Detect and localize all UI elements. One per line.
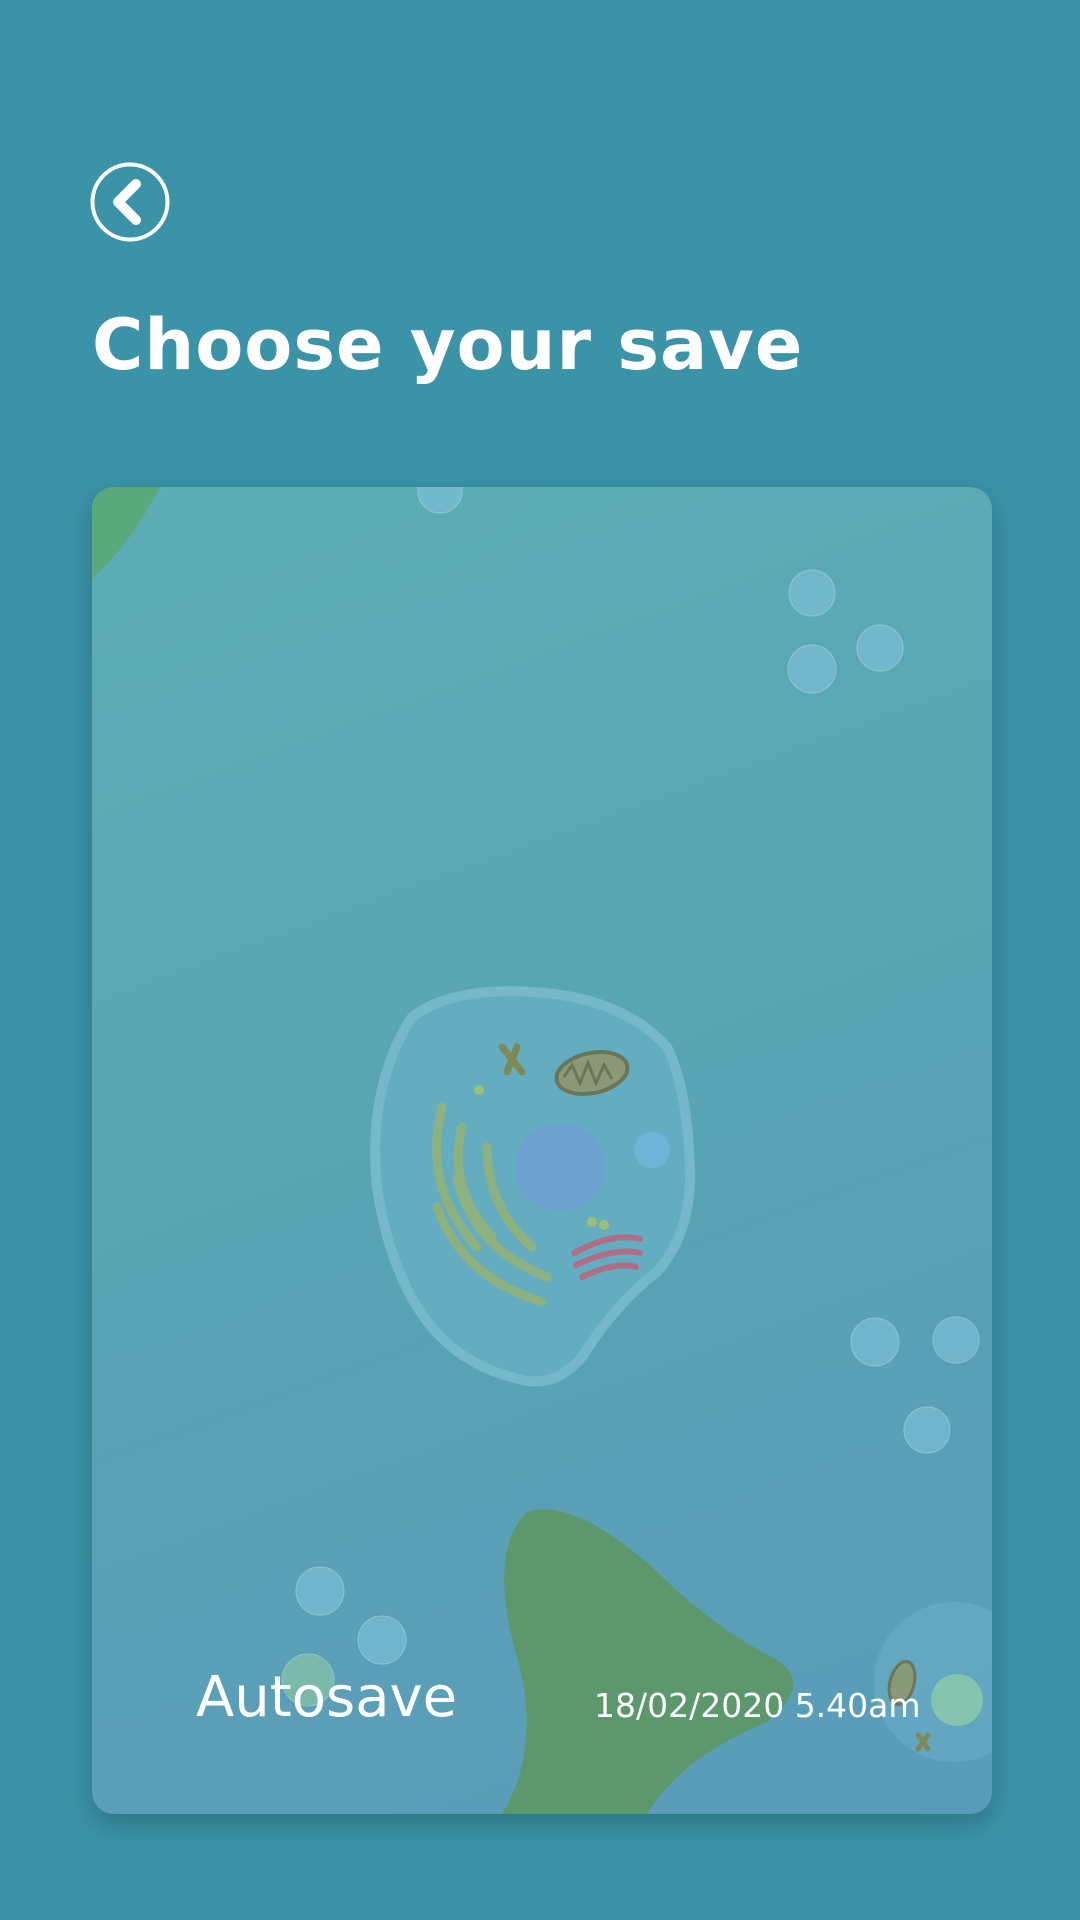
save-thumbnail-image (92, 487, 992, 1814)
cell-illustration (370, 986, 696, 1387)
small-cell-illustration (874, 1602, 992, 1762)
save-name: Autosave (196, 1665, 458, 1730)
back-button[interactable] (90, 162, 170, 242)
save-slot-card[interactable]: Autosave 18/02/2020 5.40am (92, 487, 992, 1814)
save-date: 18/02/2020 5.40am (594, 1686, 921, 1725)
page-title: Choose your save (92, 304, 804, 386)
chevron-left-circle-icon (90, 162, 170, 242)
